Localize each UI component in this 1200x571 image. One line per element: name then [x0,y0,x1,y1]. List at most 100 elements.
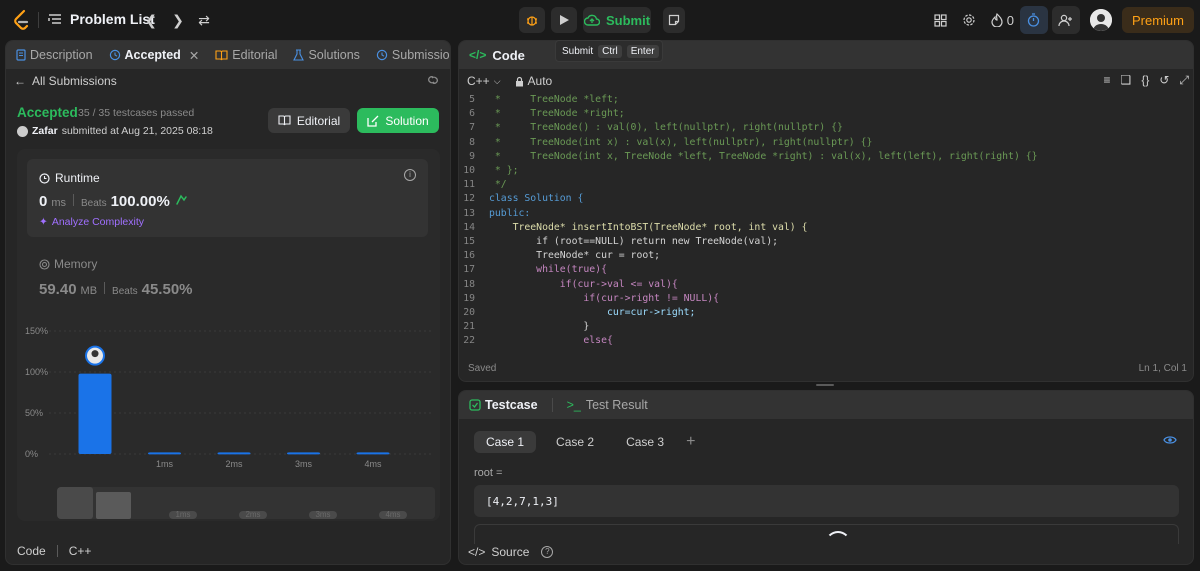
code-line: 14 TreeNode* insertIntoBST(TreeNode* roo… [463,221,808,233]
chart-bar[interactable] [356,452,390,455]
terminal-icon: >_ [566,398,581,412]
leetcode-logo-icon[interactable] [11,9,31,31]
memory-title: Memory [39,257,193,271]
kbd-enter: Enter [626,44,659,58]
code-icon: </> [469,48,487,62]
chevron-right-icon[interactable]: ❯ [170,12,186,28]
debug-button[interactable] [519,7,545,33]
analyze-complexity-link[interactable]: ✦ Analyze Complexity [39,216,144,228]
chart-bar[interactable] [78,373,112,454]
reset-icon[interactable]: ↺ [1159,73,1169,88]
chart-bar[interactable] [148,452,181,455]
overview-bar [96,492,131,519]
case-tabs: Case 1 Case 2 Case 3 + [474,431,695,453]
case-tab-1[interactable]: Case 1 [474,431,537,453]
bookmark-icon[interactable]: ❑ [1121,73,1132,88]
info-icon[interactable]: i [404,169,416,181]
auto-mode[interactable]: Auto [515,74,553,88]
format-icon[interactable]: ≡ [1104,73,1111,88]
code-editor[interactable]: 5 * TreeNode *left; 6 * TreeNode *right;… [459,93,1193,351]
code-icon: </> [468,545,486,559]
memory-number: 59.40 [39,281,77,298]
avatar[interactable] [1089,9,1112,31]
analyze-label: Analyze Complexity [51,216,145,228]
tab-description[interactable]: Description [16,48,93,62]
link-icon[interactable] [426,74,440,86]
tab-submissions[interactable]: Submissions [376,48,450,62]
tab-testcase[interactable]: Testcase [469,398,538,412]
source-footer: </> Source ? [468,545,554,559]
editorial-button[interactable]: Editorial [268,108,350,133]
close-icon[interactable]: ✕ [189,48,199,63]
kbd-ctrl: Ctrl [598,44,622,58]
shuffle-icon[interactable]: ⇄ [196,12,212,28]
gear-icon[interactable] [955,6,983,34]
avatar-head [91,350,99,358]
runtime-card[interactable]: Runtime i 0 ms Beats 100.00% ✦ Analyze C… [27,159,428,237]
divider [551,398,553,412]
tab-test-result[interactable]: >_ Test Result [567,398,648,412]
runtime-label: Runtime [55,171,100,185]
run-submit-toolbar: Submit [519,7,685,33]
auto-label: Auto [527,74,553,88]
clock-icon [39,172,50,184]
premium-button[interactable]: Premium [1121,7,1194,33]
case-tab-2[interactable]: Case 2 [544,431,606,453]
code-line: 8 * TreeNode(int x) : val(x), left(nullp… [469,136,873,148]
sparkle-icon: ✦ [39,216,48,228]
cloud-upload-icon [583,14,600,26]
solution-button[interactable]: Solution [357,108,439,133]
layout-icon[interactable] [927,6,955,34]
runtime-title: Runtime [39,171,100,185]
tab-label: Test Result [585,398,648,412]
code-line: 10 * }; [463,165,519,177]
overview-window[interactable] [57,487,93,519]
checkbox-icon [469,399,481,411]
eye-icon[interactable] [1163,435,1177,445]
problem-list-button[interactable]: Problem List [48,11,155,27]
username[interactable]: Zafar [32,125,58,137]
root-input[interactable]: [4,2,7,1,3] [474,485,1179,517]
submit-button[interactable]: Submit [583,7,651,33]
y-tick-label: 0% [25,449,38,459]
run-button[interactable] [551,7,577,33]
x-tick-label: 3ms [295,459,313,469]
all-submissions-link[interactable]: ← All Submissions [14,74,117,88]
tab-solutions[interactable]: Solutions [293,48,360,62]
add-case-icon[interactable]: + [686,433,695,451]
expand-icon[interactable]: ⤢ [1179,73,1189,88]
code-line: 7 * TreeNode() : val(0), left(nullptr), … [469,122,843,134]
y-tick-label: 100% [25,367,48,377]
braces-icon[interactable]: {} [1141,73,1149,88]
input-label: root = [474,467,503,479]
code-line: 17 while(true){ [463,264,607,276]
help-icon[interactable]: ? [541,546,554,558]
tab-label: Editorial [232,48,278,62]
chevron-left-icon[interactable]: ❮ [143,12,159,28]
play-icon [560,15,569,25]
runtime-unit: ms [51,197,67,209]
memory-card[interactable]: Memory 59.40 MB Beats 45.50% [39,257,193,298]
divider [56,545,58,557]
saved-status: Saved [468,363,497,374]
tab-editorial[interactable]: Editorial [215,48,277,62]
code-line: 22 else{ [463,335,613,347]
code-line: 21 } [463,321,590,333]
chart-bar[interactable] [217,452,251,455]
source-label[interactable]: Source [491,545,529,559]
language-select[interactable]: C++ ⌵ [467,74,501,88]
case-tab-3[interactable]: Case 3 [614,431,676,453]
history-icon [109,49,120,61]
code-line: 16 TreeNode* cur = root; [463,250,661,262]
tab-accepted[interactable]: Accepted ✕ [109,48,199,63]
add-user-icon[interactable] [1051,6,1080,34]
stopwatch-icon[interactable] [1019,6,1048,34]
y-tick-label: 50% [25,408,43,418]
y-tick-label: 150% [25,326,48,336]
runtime-overview-chart[interactable]: 1ms 2ms 3ms 4ms [57,487,435,519]
divider [104,282,106,294]
notes-button[interactable] [663,7,685,33]
panel-resize-handle[interactable] [816,384,834,386]
chart-bar[interactable] [287,452,320,455]
divider [38,12,39,28]
